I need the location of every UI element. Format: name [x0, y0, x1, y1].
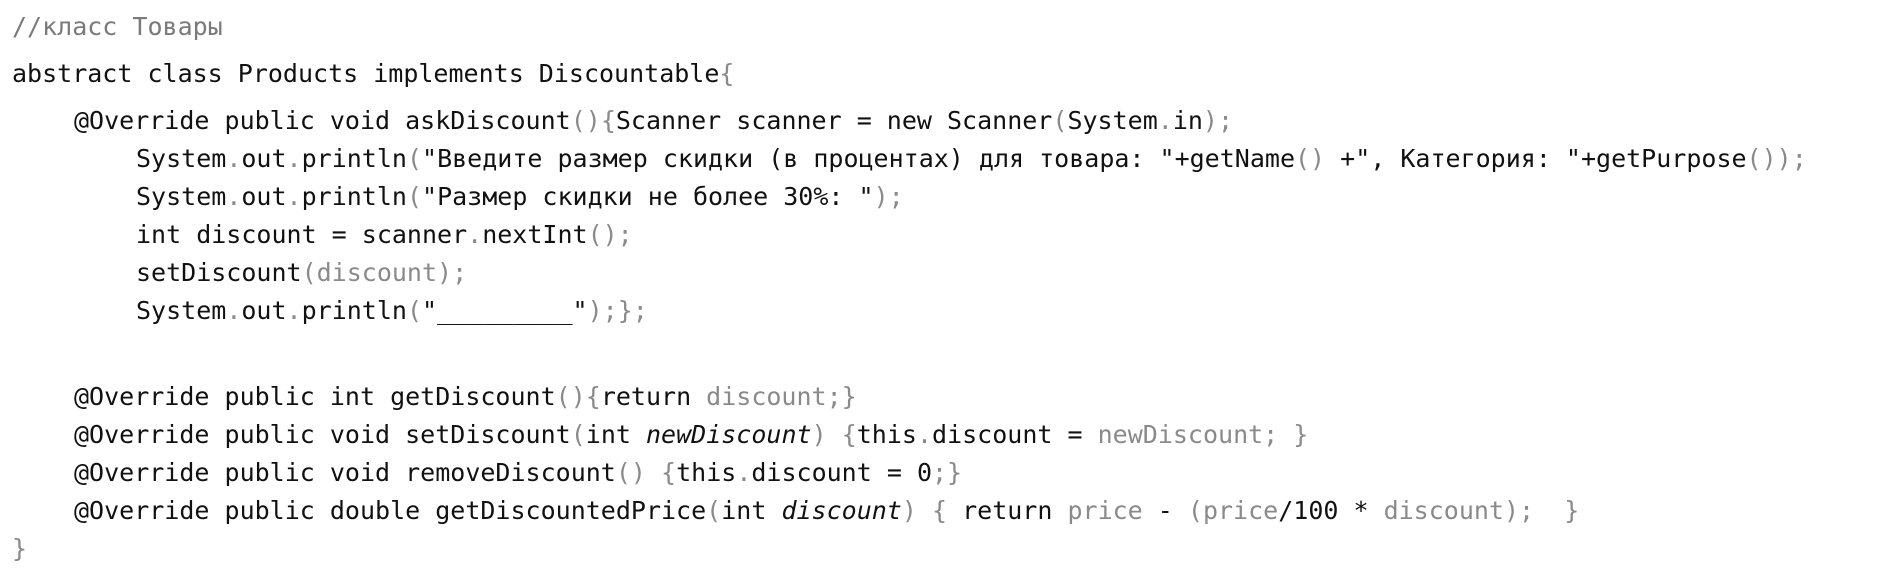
code-token: discount); }	[1383, 496, 1580, 525]
code-token: System	[136, 296, 227, 325]
code-token: newDiscount; }	[1097, 420, 1309, 449]
code-token: return	[600, 382, 707, 411]
code-line-get-discount: @Override public int getDiscount(){retur…	[12, 378, 1882, 416]
code-token: );	[1202, 106, 1234, 135]
code-token: System	[1067, 106, 1158, 135]
code-token: out	[241, 296, 287, 325]
code-token: .	[916, 420, 933, 449]
code-token: ;}	[932, 458, 963, 487]
code-token: in	[1172, 106, 1203, 135]
code-token: (price	[1187, 496, 1279, 525]
code-line-remove-discount: @Override public void removeDiscount() {…	[12, 454, 1882, 492]
code-token: //класс Товары	[12, 12, 223, 41]
code-token: {	[661, 458, 677, 487]
code-token: .	[226, 296, 242, 325]
code-token: int discount = scanner	[136, 220, 468, 249]
code-line-class-declaration: abstract class Products implements Disco…	[12, 46, 1882, 102]
code-token: discount	[781, 496, 902, 525]
code-token: ());	[1746, 144, 1807, 173]
code-line-set-discount: @Override public void setDiscount(int ne…	[12, 416, 1882, 454]
code-token: )	[901, 496, 917, 525]
code-token: int	[585, 420, 646, 449]
code-token: Scanner scanner = new Scanner	[615, 106, 1053, 135]
code-token: this	[856, 420, 917, 449]
code-token: ();	[587, 220, 633, 249]
code-line-closing-brace: }	[12, 530, 1882, 568]
code-token: ()	[555, 382, 586, 411]
code-token: {	[931, 496, 948, 525]
code-token: price	[1067, 496, 1143, 525]
code-snippet: //класс Товары abstract class Products i…	[12, 8, 1882, 568]
code-token: this	[676, 458, 737, 487]
code-token: println	[301, 182, 407, 211]
code-line-read-discount: int discount = scanner.nextInt();	[12, 216, 1882, 254]
code-token: {	[585, 382, 601, 411]
code-line-ask-discount: @Override public void askDiscount(){Scan…	[12, 102, 1882, 140]
code-token: +", Категория: "+getPurpose	[1325, 144, 1747, 173]
code-token: {	[600, 106, 616, 135]
code-token: println	[301, 144, 407, 173]
code-line-get-discounted-price: @Override public double getDiscountedPri…	[12, 492, 1882, 530]
code-token: "Размер скидки не более 30%: "	[422, 182, 874, 211]
code-line-println-prompt: System.out.println("Введите размер скидк…	[12, 140, 1882, 178]
code-token: ()	[615, 458, 646, 487]
code-token: 100 *	[1293, 496, 1384, 525]
code-token: int	[721, 496, 782, 525]
code-token: );};	[587, 296, 648, 325]
code-token: @Override public int getDiscount	[74, 382, 556, 411]
code-token: @Override public double getDiscountedPri…	[74, 496, 707, 525]
code-token: ()	[570, 106, 601, 135]
code-token: "_________"	[422, 296, 588, 325]
code-token: (	[1052, 106, 1068, 135]
code-line-set-discount-call: setDiscount(discount);	[12, 254, 1882, 292]
code-token: (	[570, 420, 586, 449]
code-token: System	[136, 144, 227, 173]
code-token: setDiscount	[136, 258, 302, 287]
code-token: .	[286, 182, 302, 211]
code-token: -	[1142, 496, 1188, 525]
code-token: .	[226, 144, 242, 173]
code-token: .	[286, 296, 302, 325]
code-token: abstract class Products implements Disco…	[12, 59, 720, 88]
code-token: (	[406, 296, 423, 325]
code-token: (discount);	[301, 258, 468, 287]
code-token: return	[947, 496, 1068, 525]
code-token: discount = 0	[751, 458, 932, 487]
code-token: discount =	[932, 420, 1098, 449]
code-token: System	[136, 182, 227, 211]
code-token: @Override public void setDiscount	[74, 420, 571, 449]
code-token: /	[1278, 496, 1294, 525]
code-token: )	[811, 420, 827, 449]
code-token: out	[241, 144, 287, 173]
code-token: ()	[1295, 144, 1326, 173]
code-token: .	[467, 220, 483, 249]
code-token: newDiscount	[645, 420, 812, 449]
code-token: println	[301, 296, 407, 325]
code-token: (	[406, 144, 423, 173]
code-token: (	[706, 496, 722, 525]
code-token: {	[841, 420, 857, 449]
code-token: @Override public void removeDiscount	[74, 458, 616, 487]
code-token: );	[873, 182, 904, 211]
code-token: nextInt	[482, 220, 588, 249]
code-token: (	[406, 182, 423, 211]
code-token: discount;}	[706, 382, 857, 411]
code-token: }	[12, 534, 28, 563]
code-token: .	[226, 182, 242, 211]
code-token: .	[286, 144, 302, 173]
code-token: @Override public void askDiscount	[74, 106, 571, 135]
code-token: .	[1157, 106, 1173, 135]
code-line-println-limit: System.out.println("Размер скидки не бол…	[12, 178, 1882, 216]
code-token: out	[241, 182, 287, 211]
code-token: "Введите размер скидки (в процентах) для…	[422, 144, 1295, 173]
code-line-comment: //класс Товары	[12, 8, 1882, 46]
code-token: {	[719, 59, 735, 88]
code-token: .	[736, 458, 752, 487]
code-line-println-separator: System.out.println("_________");};	[12, 292, 1882, 330]
